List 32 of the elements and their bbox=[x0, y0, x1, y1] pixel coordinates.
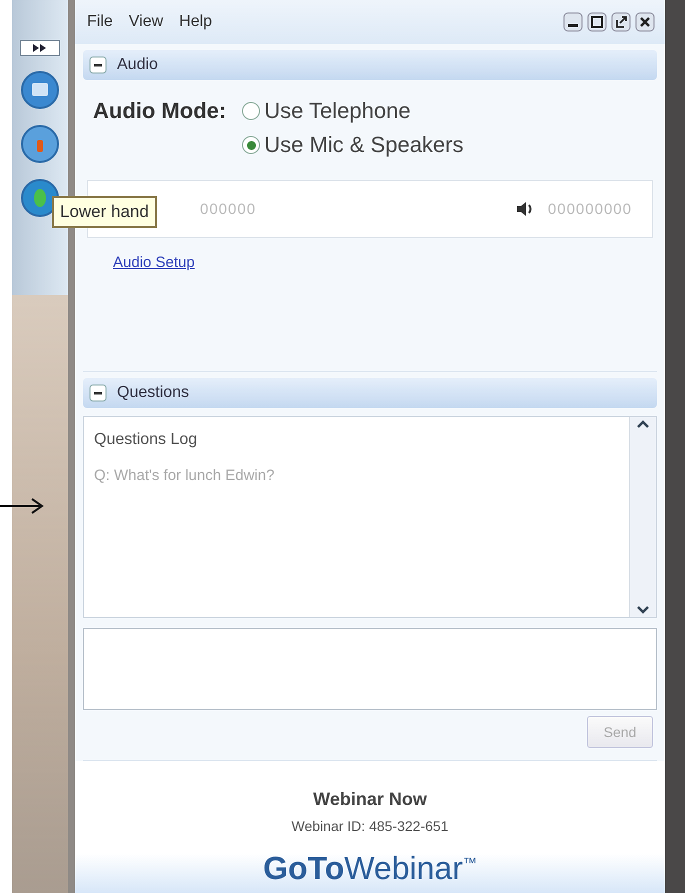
section-title: Audio bbox=[117, 56, 158, 74]
menu-item[interactable]: View bbox=[128, 13, 164, 31]
screen-icon[interactable] bbox=[20, 70, 60, 110]
arrow-icon bbox=[0, 497, 44, 515]
section-title: Questions bbox=[117, 384, 190, 402]
radio-option[interactable]: Use Telephone bbox=[242, 98, 464, 124]
mic-level: 000000 bbox=[200, 200, 256, 218]
speaker-level: 000000000 bbox=[548, 200, 632, 218]
speaker-icon bbox=[516, 201, 534, 217]
hand-icon[interactable] bbox=[20, 124, 60, 164]
minimize-icon[interactable] bbox=[563, 12, 583, 32]
popout-icon[interactable] bbox=[611, 12, 631, 32]
audio-setup-link[interactable]: Audio Setup bbox=[113, 254, 195, 271]
scrollbar[interactable] bbox=[629, 417, 656, 617]
collapse-icon[interactable] bbox=[89, 56, 107, 74]
expand-icon[interactable] bbox=[20, 40, 60, 56]
question-entry: Q: What's for lunch Edwin? bbox=[94, 467, 276, 484]
maximize-icon[interactable] bbox=[587, 12, 607, 32]
radio-option[interactable]: Use Mic & Speakers bbox=[242, 132, 464, 158]
close-icon[interactable] bbox=[635, 12, 655, 32]
log-title: Questions Log bbox=[94, 431, 198, 449]
webinar-title: Webinar Now bbox=[313, 789, 427, 810]
webinar-id: Webinar ID: 485-322-651 bbox=[292, 818, 448, 834]
logo: GoToWebinar$^{™}$ bbox=[263, 850, 477, 887]
audio-mode-label: Audio Mode: bbox=[93, 98, 226, 125]
radio-icon[interactable] bbox=[242, 136, 260, 154]
collapse-icon[interactable] bbox=[89, 384, 107, 402]
question-input[interactable] bbox=[83, 628, 657, 710]
radio-icon[interactable] bbox=[242, 102, 260, 120]
menu-item[interactable]: Help bbox=[179, 13, 212, 31]
tooltip: Lower hand bbox=[52, 196, 157, 228]
menu-item[interactable]: File bbox=[87, 13, 113, 31]
